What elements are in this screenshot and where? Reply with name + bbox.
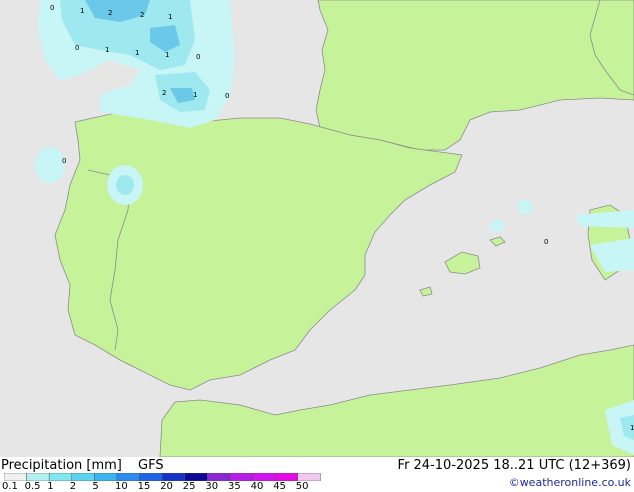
legend-swatch — [229, 473, 253, 481]
legend-tick-label: 0.5 — [24, 481, 41, 492]
precip-label: 1 — [193, 91, 197, 99]
precip-label: 1 — [80, 7, 84, 15]
legend-swatch — [71, 473, 95, 481]
precip-label: 1 — [105, 46, 109, 54]
precip-label: 1 — [630, 424, 634, 432]
legend-swatch — [161, 473, 186, 481]
legend-swatch — [116, 473, 140, 481]
precip-label: 1 — [168, 13, 172, 21]
precip-label: 0 — [62, 157, 66, 165]
legend-tick-label: 40 — [250, 481, 264, 492]
precip-label: 1 — [165, 51, 169, 59]
legend-tick-label: 2 — [69, 481, 77, 492]
legend-tick-label: 35 — [228, 481, 241, 492]
precip-label: 2 — [108, 9, 112, 17]
legend-swatch — [26, 473, 50, 481]
legend-tick-label: 0.1 — [2, 481, 18, 492]
precip-label: 0 — [75, 44, 79, 52]
model-name: GFS — [138, 458, 164, 473]
legend-swatch — [48, 473, 73, 481]
legend-swatch — [4, 473, 27, 481]
legend-tick-label: 10 — [115, 481, 128, 492]
valid-time: Fr 24-10-2025 18..21 UTC (12+369) — [397, 458, 631, 473]
precip-label: 1 — [135, 49, 139, 57]
legend-swatch — [139, 473, 163, 481]
legend-swatch — [184, 473, 208, 481]
legend-tick-label: 45 — [273, 481, 286, 492]
legend-tick-label: 30 — [205, 481, 219, 492]
legend-tick-label: 1 — [47, 481, 54, 492]
legend-tick-label: 5 — [92, 481, 99, 492]
legend-swatch — [297, 473, 321, 481]
legend-tick-label: 15 — [137, 481, 151, 492]
credit-text: ©weatheronline.co.uk — [508, 476, 631, 489]
legend-color-bar — [4, 473, 321, 481]
legend-tick-label: 25 — [182, 481, 196, 492]
legend-tick-label: 50 — [295, 481, 309, 492]
product-title: Precipitation [mm] — [1, 458, 122, 473]
legend-swatch — [274, 473, 299, 481]
legend-swatch — [207, 473, 231, 481]
precip-label: 2 — [140, 11, 144, 19]
legend-swatch — [252, 473, 276, 481]
legend-tick-label: 20 — [160, 481, 173, 492]
precip-label: 2 — [162, 89, 166, 97]
precip-label: 0 — [50, 4, 54, 12]
legend-swatch — [94, 473, 118, 481]
precip-label: 0 — [225, 92, 229, 100]
precipitation-map: 0 1 2 2 1 0 1 1 1 0 2 1 0 0 0 1 — [0, 0, 634, 457]
precip-label: 0 — [544, 238, 548, 246]
precip-label: 0 — [196, 53, 200, 61]
